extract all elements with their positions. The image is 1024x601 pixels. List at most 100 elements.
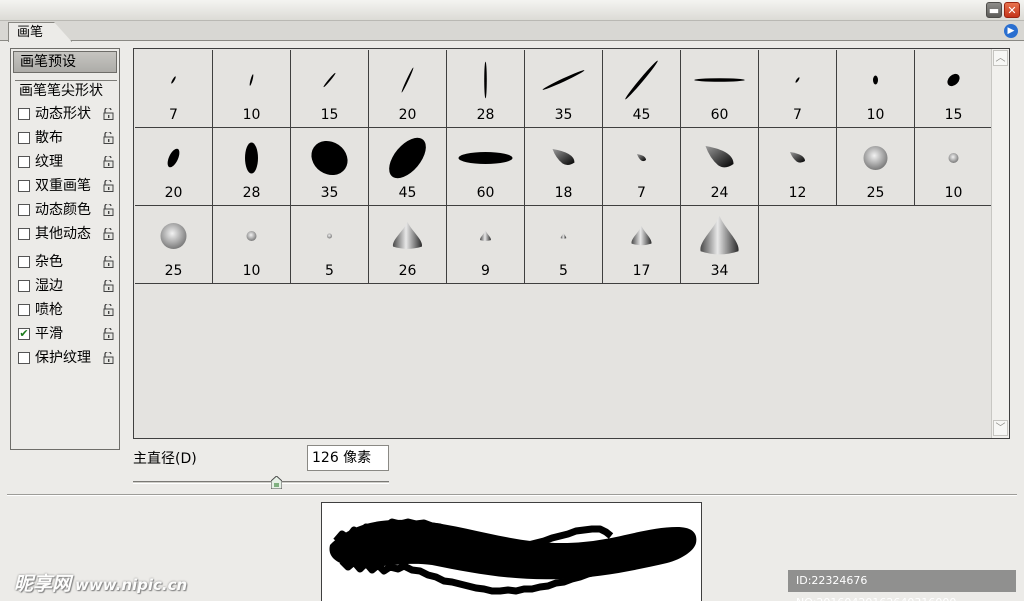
brush-tip-thumbnail <box>311 140 348 176</box>
brush-preset-cell[interactable]: 34 <box>681 206 759 284</box>
brush-size-label: 5 <box>559 263 568 279</box>
brush-option-row[interactable]: 湿边 <box>15 275 119 297</box>
diameter-slider-thumb[interactable] <box>270 476 282 489</box>
brush-size-label: 7 <box>169 107 178 123</box>
brush-option-row[interactable]: 喷枪 <box>15 299 119 321</box>
brush-preset-cell[interactable]: 7 <box>603 128 681 206</box>
unlocked-padlock-icon[interactable] <box>103 256 114 268</box>
brush-preset-cell[interactable]: 24 <box>681 128 759 206</box>
brush-option-row[interactable]: 动态形状 <box>15 103 119 125</box>
brush-preset-cell[interactable]: 26 <box>369 206 447 284</box>
brush-preset-cell[interactable]: 28 <box>213 128 291 206</box>
brush-preset-cell[interactable]: 35 <box>291 128 369 206</box>
brush-preset-cell[interactable]: 60 <box>447 128 525 206</box>
brush-size-label: 9 <box>481 263 490 279</box>
brush-tip-thumbnail <box>458 152 513 164</box>
brush-tip-thumbnail <box>637 154 646 162</box>
brush-size-label: 5 <box>325 263 334 279</box>
brush-size-label: 28 <box>476 107 495 123</box>
brush-preset-cell[interactable]: 25 <box>837 128 915 206</box>
brush-preset-cell[interactable]: 15 <box>291 50 369 128</box>
unlocked-padlock-icon[interactable] <box>103 328 114 340</box>
brush-size-label: 10 <box>242 107 261 123</box>
brush-preset-cell[interactable]: 28 <box>447 50 525 128</box>
brush-preset-cell[interactable]: 17 <box>603 206 681 284</box>
option-checkbox[interactable] <box>18 156 30 168</box>
brush-preset-cell[interactable]: 5 <box>291 206 369 284</box>
brush-option-row[interactable]: 双重画笔 <box>15 175 119 197</box>
option-checkbox[interactable] <box>18 280 30 292</box>
brush-preset-cell[interactable]: 7 <box>135 50 213 128</box>
brush-option-row[interactable]: 其他动态 <box>15 223 119 245</box>
brush-option-row[interactable]: 保护纹理 <box>15 347 119 369</box>
brush-tip-thumbnail <box>694 78 745 82</box>
option-checkbox[interactable] <box>18 204 30 216</box>
brush-preset-cell[interactable]: 15 <box>915 50 993 128</box>
brush-preset-cell[interactable]: 10 <box>213 206 291 284</box>
option-checkbox[interactable] <box>18 352 30 364</box>
minimize-button[interactable]: ▬ <box>986 2 1002 18</box>
scroll-down-button[interactable]: ﹀ <box>993 420 1008 436</box>
brush-option-row[interactable]: 动态颜色 <box>15 199 119 221</box>
panel-menu-button[interactable]: ▶ <box>1004 24 1018 38</box>
unlocked-padlock-icon[interactable] <box>103 204 114 216</box>
close-button[interactable]: ✕ <box>1004 2 1020 18</box>
unlocked-padlock-icon[interactable] <box>103 132 114 144</box>
brush-option-row[interactable]: ✔ 平滑 <box>15 323 119 345</box>
grid-vertical-scrollbar[interactable]: ︿ ﹀ <box>991 49 1009 438</box>
brush-preset-cell[interactable]: 20 <box>135 128 213 206</box>
brush-preset-cell[interactable]: 35 <box>525 50 603 128</box>
option-checkbox[interactable] <box>18 228 30 240</box>
option-checkbox[interactable] <box>18 304 30 316</box>
brush-tip-thumbnail <box>560 233 567 239</box>
brush-preset-cell[interactable]: 45 <box>369 128 447 206</box>
option-checkbox[interactable] <box>18 256 30 268</box>
brush-tip-thumbnail <box>542 70 585 90</box>
brush-size-label: 28 <box>242 185 261 201</box>
brush-size-label: 17 <box>632 263 651 279</box>
master-diameter-input[interactable]: 126 像素 <box>307 445 389 471</box>
brush-preset-cell[interactable]: 9 <box>447 206 525 284</box>
unlocked-padlock-icon[interactable] <box>103 280 114 292</box>
scroll-up-button[interactable]: ︿ <box>993 50 1008 66</box>
brush-option-row[interactable]: 散布 <box>15 127 119 149</box>
option-checkbox[interactable] <box>18 180 30 192</box>
brush-options-sidebar: 画笔预设 画笔笔尖形状 动态形状 散布 纹理 双重画笔 动态颜色 其他动态杂色湿边喷枪 ✔ 平… <box>10 48 120 450</box>
master-diameter-label: 主直径(D) <box>133 451 197 467</box>
brush-option-row[interactable]: 杂色 <box>15 251 119 273</box>
brush-preset-cell[interactable]: 18 <box>525 128 603 206</box>
brush-preset-cell[interactable]: 10 <box>213 50 291 128</box>
option-label: 杂色 <box>35 254 63 270</box>
brush-presets-button[interactable]: 画笔预设 <box>13 51 117 73</box>
option-label: 湿边 <box>35 278 63 294</box>
brush-preset-cell[interactable]: 60 <box>681 50 759 128</box>
brush-size-label: 25 <box>164 263 183 279</box>
tab-strip <box>0 21 1024 41</box>
unlocked-padlock-icon[interactable] <box>103 304 114 316</box>
unlocked-padlock-icon[interactable] <box>103 228 114 240</box>
unlocked-padlock-icon[interactable] <box>103 352 114 364</box>
diameter-slider-track[interactable] <box>133 481 389 484</box>
brush-presets-label: 画笔预设 <box>20 54 76 70</box>
unlocked-padlock-icon[interactable] <box>103 108 114 120</box>
brush-tip-thumbnail <box>700 216 739 255</box>
brush-preset-cell[interactable]: 5 <box>525 206 603 284</box>
brush-option-row[interactable]: 纹理 <box>15 151 119 173</box>
brush-preset-cell[interactable]: 25 <box>135 206 213 284</box>
brush-preset-cell[interactable]: 7 <box>759 50 837 128</box>
option-checkbox[interactable]: ✔ <box>18 328 30 340</box>
brush-size-label: 18 <box>554 185 573 201</box>
minimize-icon: ▬ <box>988 4 1000 17</box>
option-checkbox[interactable] <box>18 132 30 144</box>
brush-size-label: 34 <box>710 263 729 279</box>
unlocked-padlock-icon[interactable] <box>103 180 114 192</box>
unlocked-padlock-icon[interactable] <box>103 156 114 168</box>
option-checkbox[interactable] <box>18 108 30 120</box>
brush-tip-shape-item[interactable]: 画笔笔尖形状 <box>15 80 117 101</box>
brush-tip-thumbnail <box>705 146 734 168</box>
brush-preset-cell[interactable]: 45 <box>603 50 681 128</box>
brush-preset-cell[interactable]: 10 <box>915 128 993 206</box>
brush-preset-cell[interactable]: 20 <box>369 50 447 128</box>
brush-preset-cell[interactable]: 12 <box>759 128 837 206</box>
brush-preset-cell[interactable]: 10 <box>837 50 915 128</box>
